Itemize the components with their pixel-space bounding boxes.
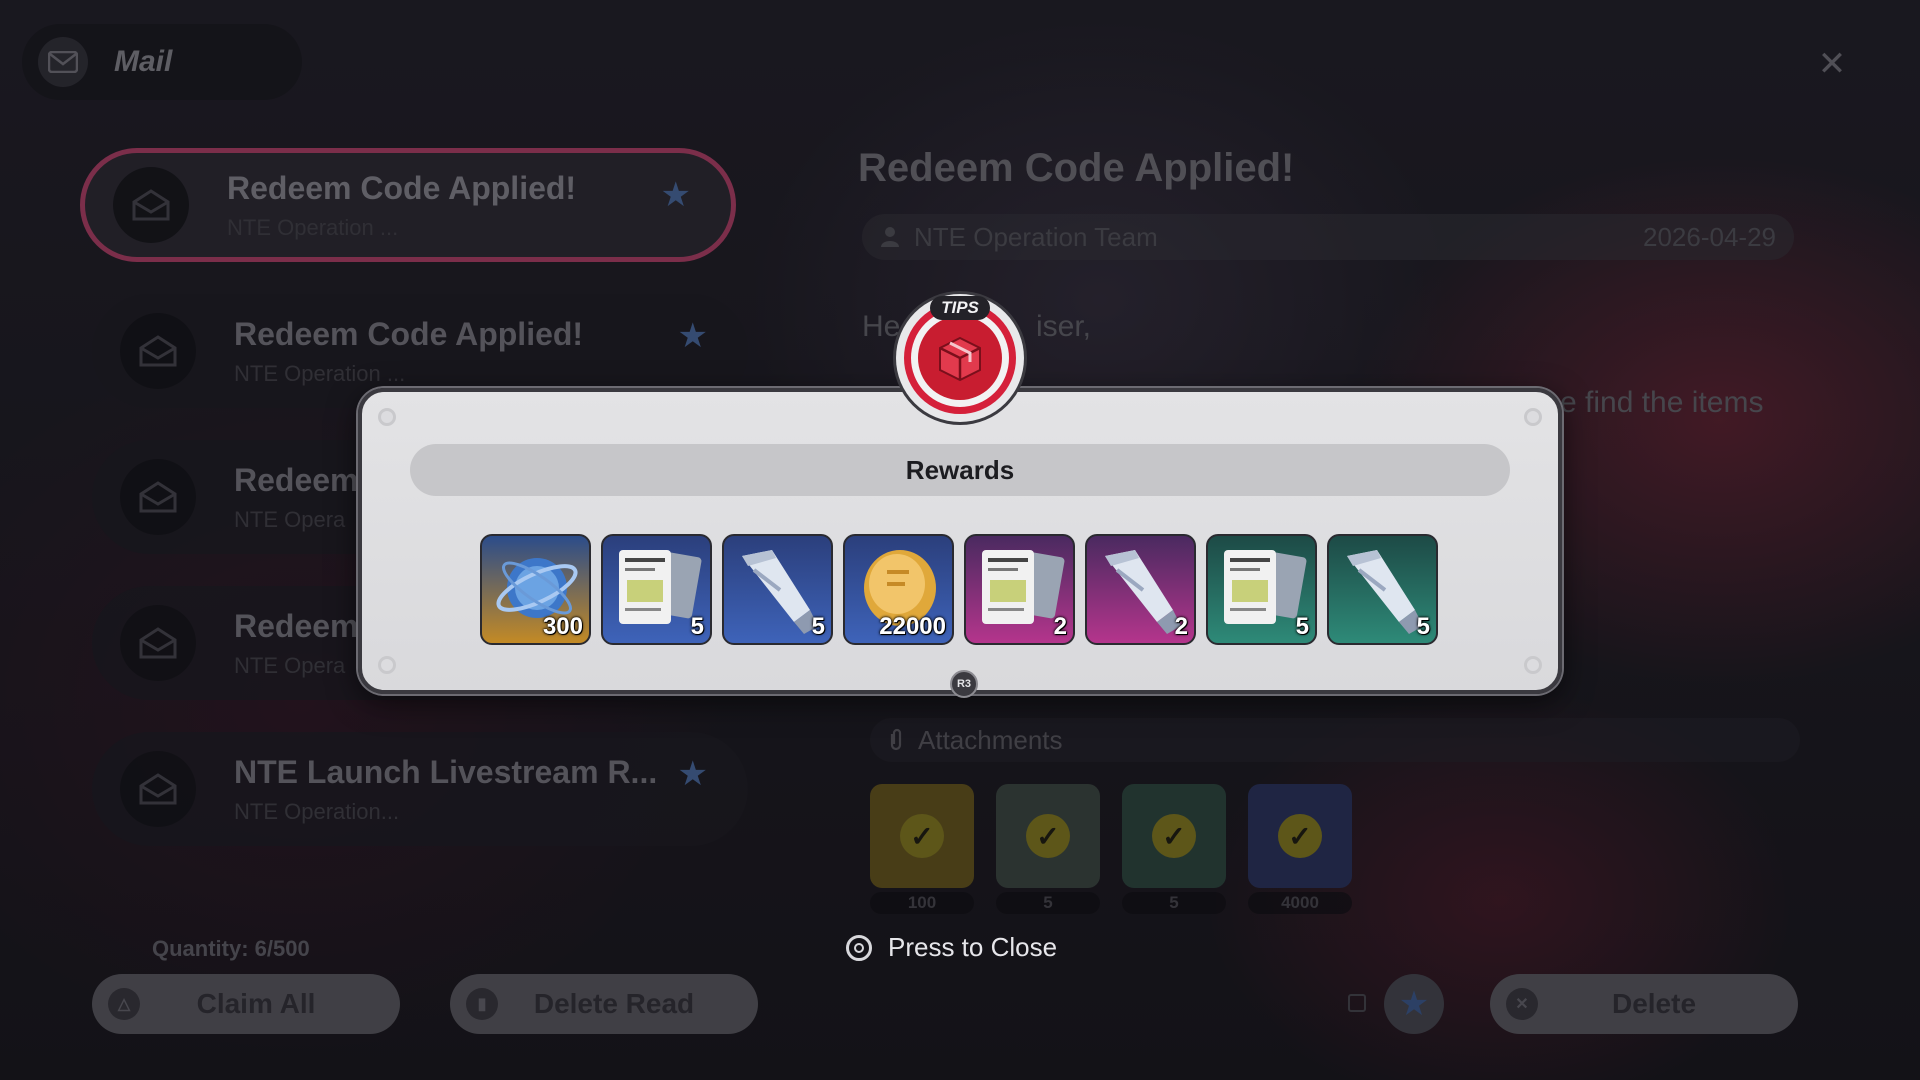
reward-item-tube-purple[interactable]: 2 bbox=[1085, 534, 1196, 645]
rewards-title: Rewards bbox=[410, 444, 1510, 496]
reward-item-document-green[interactable]: 5 bbox=[1206, 534, 1317, 645]
reward-quantity: 5 bbox=[690, 613, 704, 640]
circle-button-icon bbox=[846, 934, 872, 961]
reward-quantity: 5 bbox=[811, 613, 825, 640]
corner-decoration bbox=[1524, 408, 1542, 426]
reward-quantity: 5 bbox=[1295, 613, 1309, 640]
r3-button-icon[interactable]: R3 bbox=[950, 670, 978, 698]
reward-quantity: 22000 bbox=[879, 613, 946, 640]
corner-decoration bbox=[378, 656, 396, 674]
press-to-close-label: Press to Close bbox=[888, 932, 1058, 962]
corner-decoration bbox=[1524, 656, 1542, 674]
rewards-list: 300 5 5 22000 2 2 5 5 bbox=[480, 534, 1438, 645]
corner-decoration bbox=[378, 408, 396, 426]
reward-item-document-blue[interactable]: 5 bbox=[601, 534, 712, 645]
reward-item-coin[interactable]: 22000 bbox=[843, 534, 954, 645]
reward-quantity: 2 bbox=[1174, 613, 1188, 640]
tips-label: TIPS bbox=[930, 296, 990, 320]
reward-quantity: 300 bbox=[542, 613, 583, 640]
reward-item-orb[interactable]: 300 bbox=[480, 534, 591, 645]
gift-box-icon bbox=[918, 316, 1002, 400]
press-to-close-hint[interactable]: Press to Close bbox=[846, 932, 1057, 963]
reward-item-tube-green[interactable]: 5 bbox=[1327, 534, 1438, 645]
reward-item-document-purple[interactable]: 2 bbox=[964, 534, 1075, 645]
reward-quantity: 2 bbox=[1053, 613, 1067, 640]
rewards-modal: Rewards 300 5 5 22000 2 2 5 5 R3 bbox=[358, 388, 1562, 698]
reward-item-tube-blue[interactable]: 5 bbox=[722, 534, 833, 645]
reward-quantity: 5 bbox=[1416, 613, 1430, 640]
